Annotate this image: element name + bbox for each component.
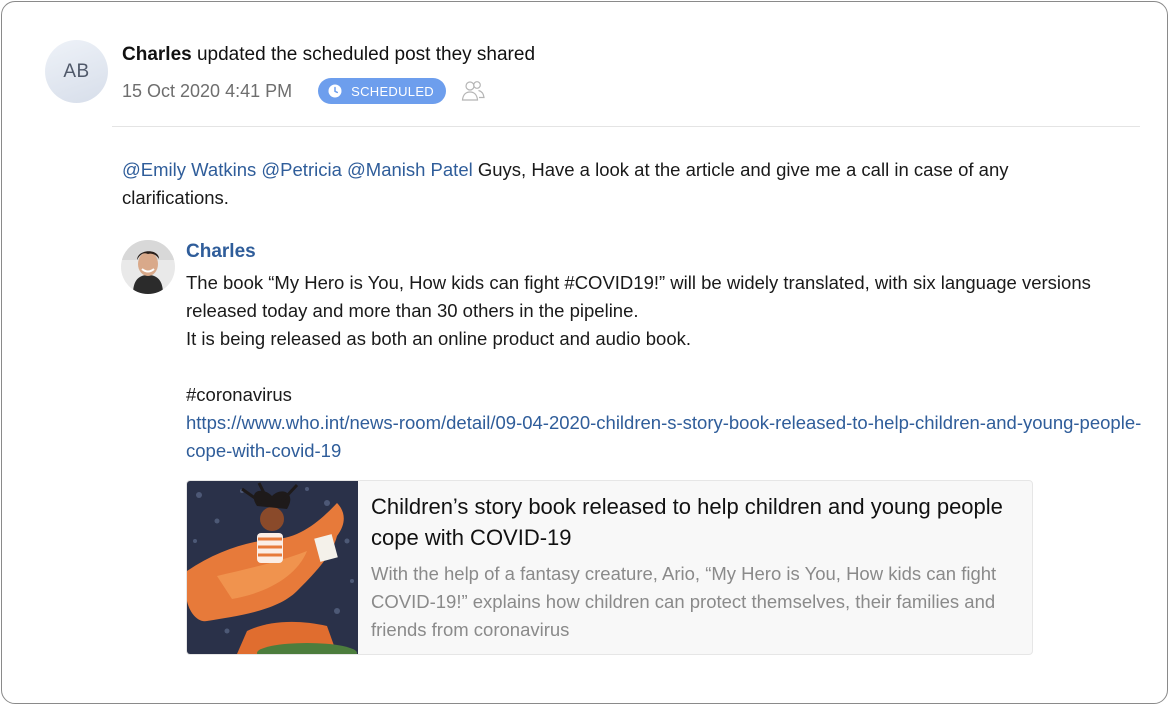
clock-icon xyxy=(328,84,342,98)
shared-link[interactable]: https://www.who.int/news-room/detail/09-… xyxy=(186,409,1146,465)
avatar[interactable]: AB xyxy=(45,40,108,103)
shared-author-name[interactable]: Charles xyxy=(186,241,256,263)
author-name[interactable]: Charles xyxy=(122,44,192,65)
mention[interactable]: @Petricia xyxy=(261,159,341,180)
meta-row: 15 Oct 2020 4:41 PM SCHEDULED xyxy=(122,78,486,104)
shared-author-avatar[interactable] xyxy=(121,240,175,294)
link-preview-thumbnail xyxy=(187,481,358,654)
shared-post-line: The book “My Hero is You, How kids can f… xyxy=(186,272,1091,321)
activity-headline: Charles updated the scheduled post they … xyxy=(122,44,535,66)
link-preview-title[interactable]: Children’s story book released to help c… xyxy=(371,491,1018,553)
hashtag[interactable]: #coronavirus xyxy=(186,381,1146,409)
status-badge: SCHEDULED xyxy=(318,78,446,104)
shared-post-body: The book “My Hero is You, How kids can f… xyxy=(186,269,1146,465)
link-preview-description: With the help of a fantasy creature, Ari… xyxy=(371,563,997,640)
timestamp: 15 Oct 2020 4:41 PM xyxy=(122,80,293,101)
divider xyxy=(112,126,1140,127)
link-preview-card[interactable]: Children’s story book released to help c… xyxy=(186,480,1033,655)
people-icon[interactable] xyxy=(460,79,486,103)
mention[interactable]: @Emily Watkins xyxy=(122,159,256,180)
mention[interactable]: @Manish Patel xyxy=(347,159,473,180)
activity-action: updated the scheduled post they shared xyxy=(196,44,536,65)
shared-post-line: It is being released as both an online p… xyxy=(186,328,692,349)
status-badge-label: SCHEDULED xyxy=(351,83,434,99)
message-body: @Emily Watkins @Petricia @Manish Patel G… xyxy=(122,156,1082,212)
link-preview-text: Children’s story book released to help c… xyxy=(358,481,1032,654)
avatar-initials: AB xyxy=(63,60,90,82)
